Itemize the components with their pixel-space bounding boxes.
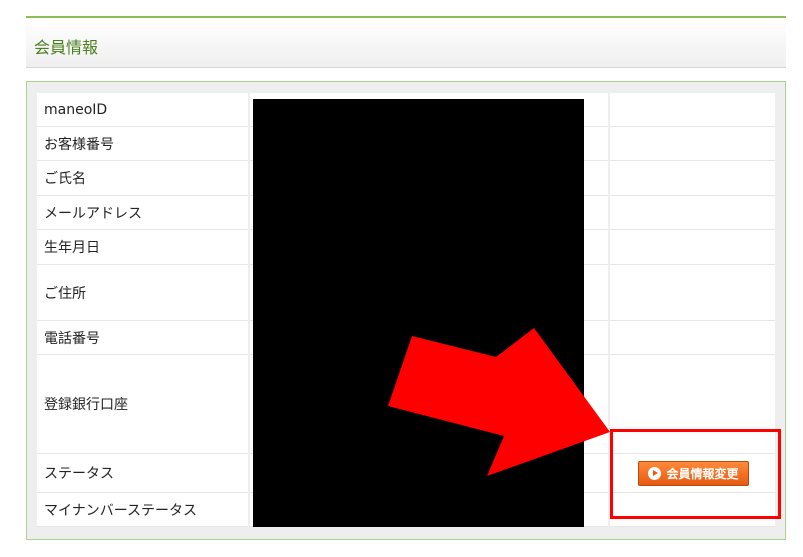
row-label: ご氏名 (37, 161, 248, 196)
section-title: 会員情報 (34, 38, 99, 57)
row-action (610, 321, 775, 355)
play-circle-icon (648, 467, 662, 480)
row-label: 生年月日 (37, 230, 248, 265)
row-action (610, 93, 775, 127)
row-label: maneoID (37, 93, 248, 127)
section-header: 会員情報 (26, 16, 786, 68)
row-label: 電話番号 (37, 321, 248, 355)
row-action (610, 196, 775, 230)
row-label: メールアドレス (37, 196, 248, 230)
red-arrow-annotation (388, 328, 610, 476)
row-label: ステータス (37, 454, 248, 493)
row-action (610, 265, 775, 321)
row-label: 登録銀行口座 (37, 355, 248, 454)
row-label: ご住所 (37, 265, 248, 321)
edit-member-info-label: 会員情報変更 (666, 467, 739, 481)
row-action (610, 161, 775, 196)
row-action (610, 230, 775, 265)
edit-member-info-button[interactable]: 会員情報変更 (638, 461, 749, 486)
row-label: お客様番号 (37, 127, 248, 161)
row-action (610, 127, 775, 161)
row-label: マイナンバーステータス (37, 493, 248, 527)
